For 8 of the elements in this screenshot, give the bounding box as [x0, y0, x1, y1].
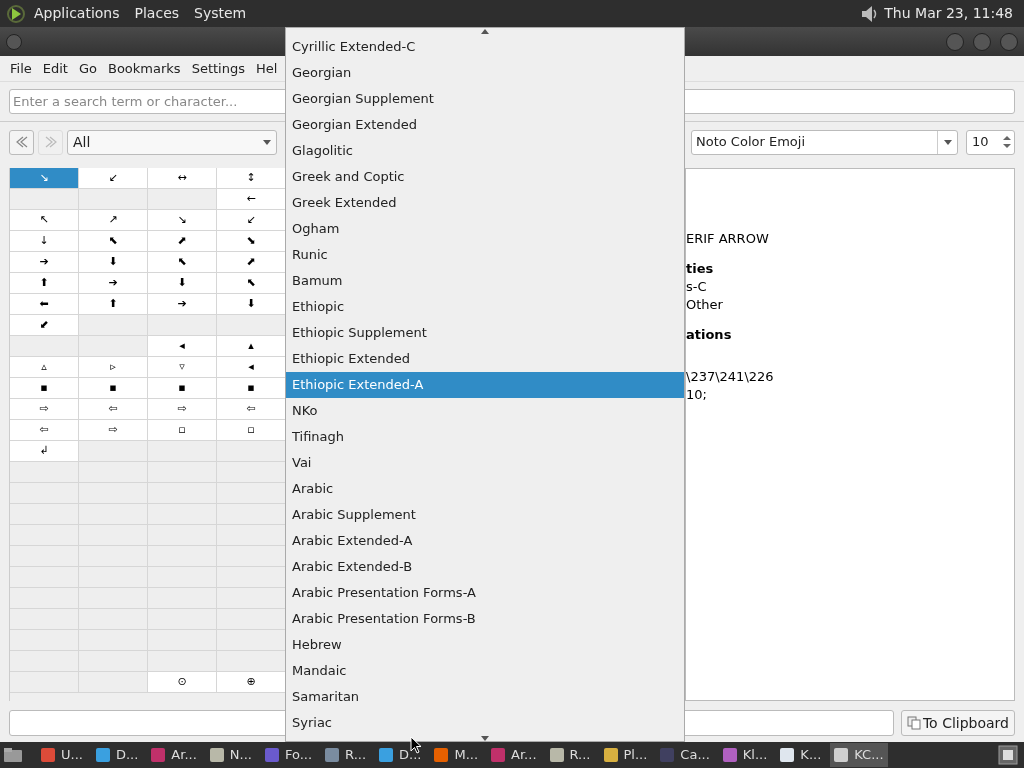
details-text: Other [686, 297, 723, 312]
details-heading: ties [686, 261, 714, 276]
details-text: s-C [686, 279, 707, 294]
size-value: 10 [972, 133, 989, 152]
details-text: 10; [686, 387, 707, 402]
details-text: \237\241\226 [686, 369, 774, 384]
details-heading: ations [686, 327, 732, 342]
details-text: ERIF ARROW [686, 231, 769, 246]
